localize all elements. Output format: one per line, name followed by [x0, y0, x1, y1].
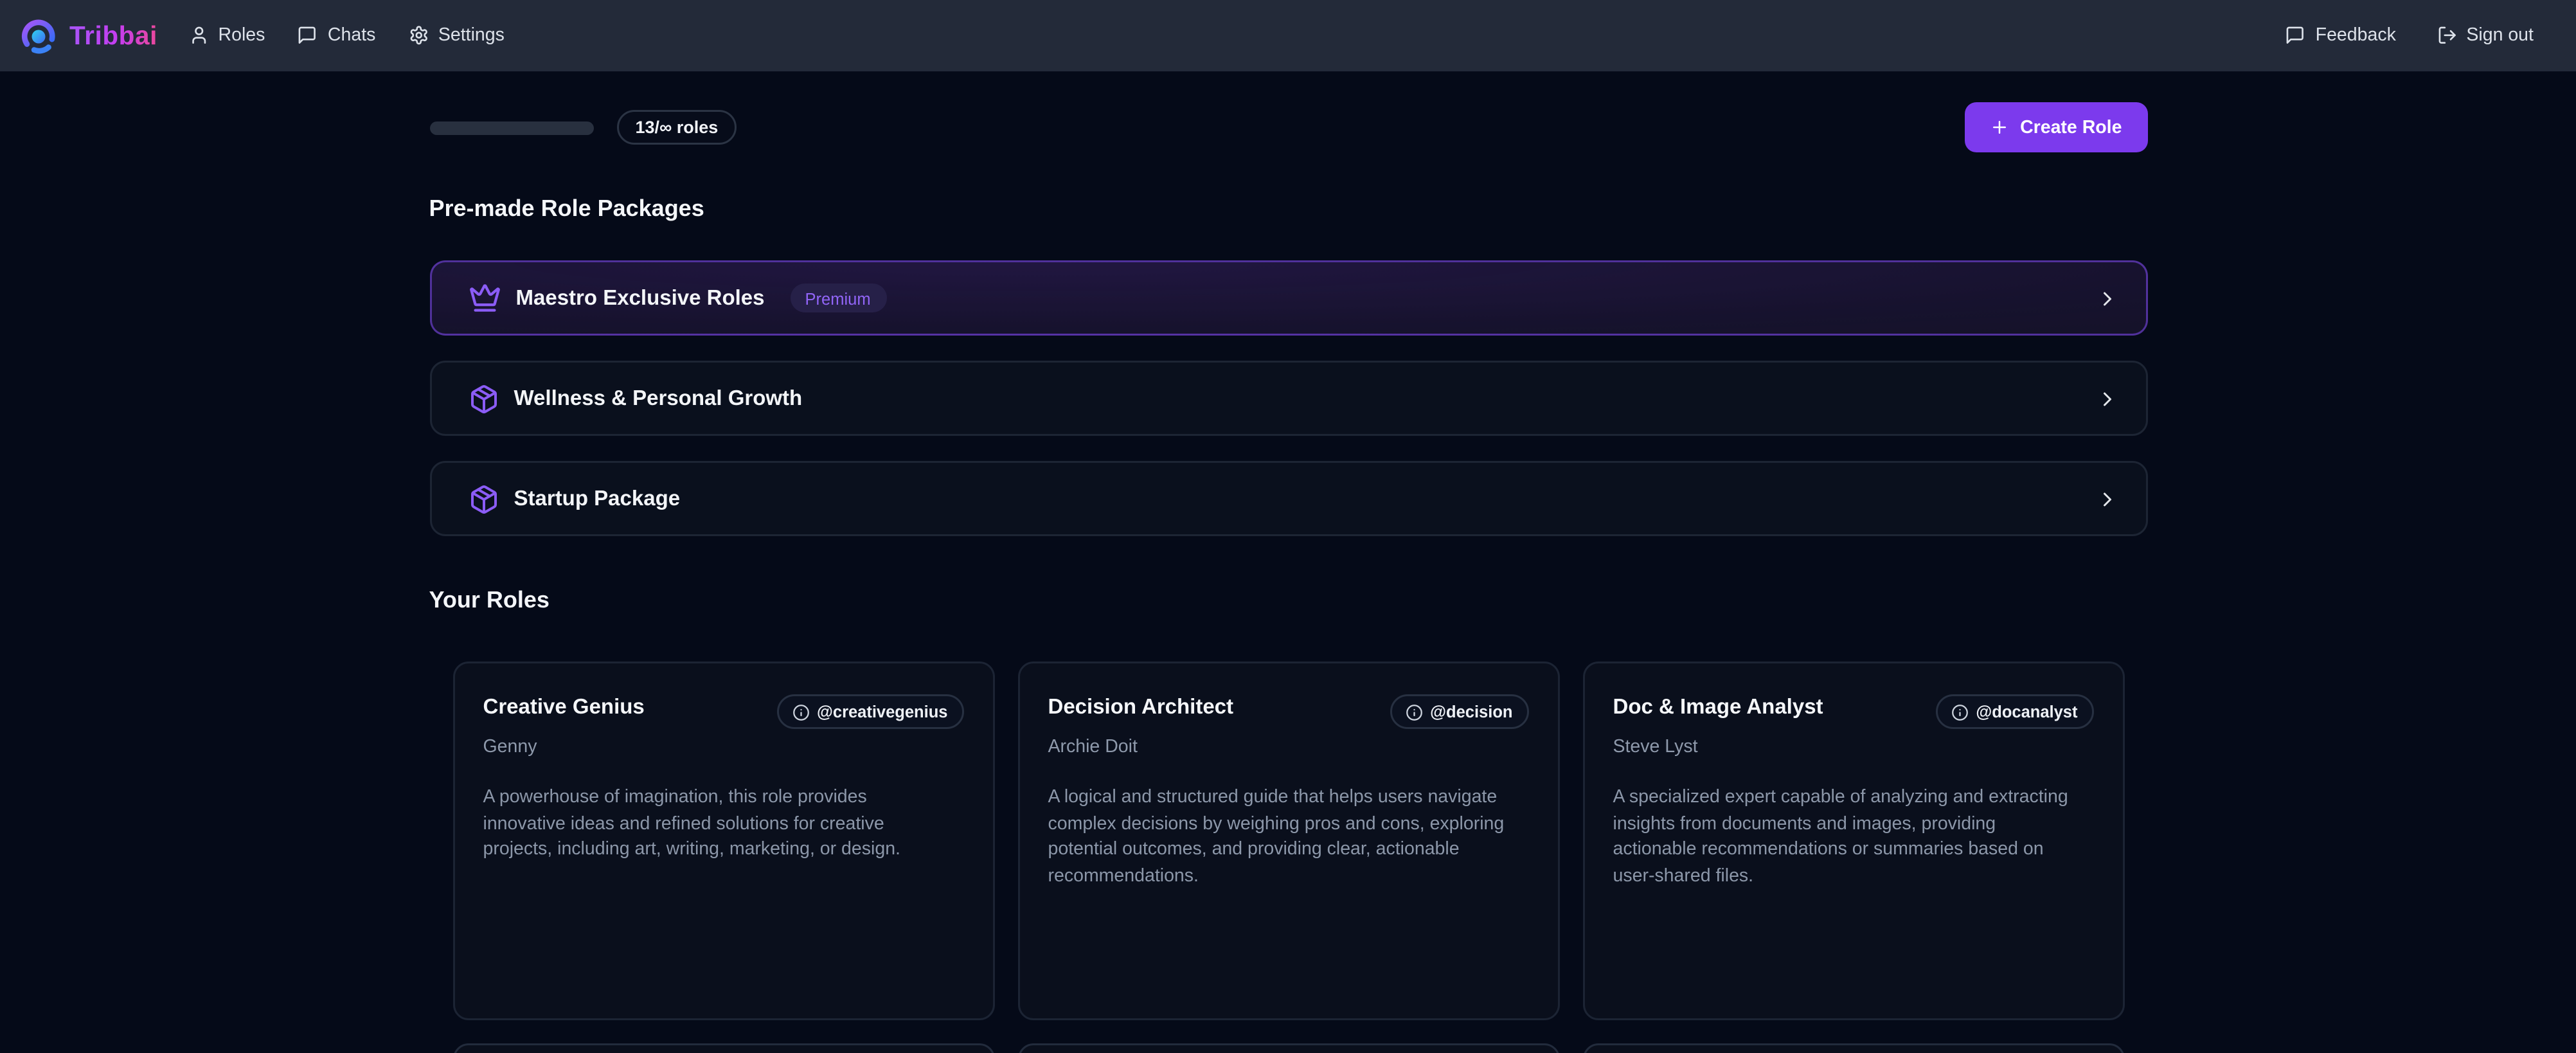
role-handle-badge[interactable]: @decision — [1390, 694, 1528, 729]
nav-item-label: Chats — [328, 25, 375, 46]
chevron-right-icon — [2095, 387, 2118, 410]
sign-out-button[interactable]: Sign out — [2437, 25, 2534, 46]
package-list: Maestro Exclusive Roles Premium Wellness… — [429, 260, 2147, 536]
package-row-content: Maestro Exclusive Roles Premium — [468, 282, 2095, 314]
chat-bubble-icon — [2285, 26, 2306, 46]
role-cards-grid: Creative Genius @creativegenius Genny A … — [452, 662, 2124, 1053]
card-header: Creative Genius @creativegenius — [483, 694, 963, 729]
package-row-maestro-exclusive-roles[interactable]: Maestro Exclusive Roles Premium — [429, 260, 2147, 336]
create-role-label: Create Role — [2020, 117, 2122, 138]
package-label: Wellness & Personal Growth — [514, 387, 803, 410]
sign-out-label: Sign out — [2466, 25, 2534, 46]
card-header: Decision Architect @decision — [1048, 694, 1528, 729]
roles-count-badge: 13/∞ roles — [616, 110, 738, 145]
nav-item-settings[interactable]: Settings — [408, 25, 504, 46]
package-row-wellness-personal-growth[interactable]: Wellness & Personal Growth — [429, 361, 2147, 436]
nav-right-links: Feedback Sign out — [2285, 25, 2534, 46]
premium-badge: Premium — [790, 284, 886, 312]
plus-icon — [1989, 118, 2008, 137]
chat-bubble-icon — [298, 26, 318, 46]
package-row-content: Wellness & Personal Growth — [468, 383, 2095, 414]
app-viewport: Tribbai Roles Chats Settings Feedback — [0, 0, 2576, 1053]
tribbai-logo-icon — [19, 17, 58, 55]
brand-logo[interactable]: Tribbai — [19, 17, 157, 55]
role-subtitle: Steve Lyst — [1613, 737, 2093, 758]
package-icon — [468, 483, 499, 514]
feedback-label: Feedback — [2316, 25, 2396, 46]
role-description: A powerhouse of imagination, this role p… — [483, 785, 963, 863]
role-title: Doc & Image Analyst — [1613, 694, 1823, 723]
info-icon — [1405, 703, 1422, 721]
roles-progress-bar — [429, 121, 593, 134]
role-title: Creative Genius — [483, 694, 645, 723]
package-icon — [468, 383, 499, 414]
package-label: Maestro Exclusive Roles — [516, 287, 765, 310]
feedback-button[interactable]: Feedback — [2285, 25, 2396, 46]
role-card-partial[interactable] — [452, 1043, 994, 1053]
nav-item-roles[interactable]: Roles — [188, 25, 265, 46]
roles-toolbar: 13/∞ roles Create Role — [429, 102, 2147, 152]
info-icon — [1951, 703, 1968, 721]
role-card-creative-genius[interactable]: Creative Genius @creativegenius Genny A … — [452, 662, 994, 1020]
log-out-icon — [2437, 26, 2457, 46]
role-card-partial[interactable] — [1582, 1043, 2124, 1053]
info-icon — [792, 703, 809, 721]
role-card-decision-architect[interactable]: Decision Architect @decision Archie Doit… — [1017, 662, 1559, 1020]
package-row-startup-package[interactable]: Startup Package — [429, 461, 2147, 536]
your-roles-heading: Your Roles — [429, 584, 2147, 615]
role-handle: @docanalyst — [1976, 702, 2077, 721]
package-label: Startup Package — [514, 487, 681, 510]
brand-name: Tribbai — [69, 21, 157, 50]
chevron-right-icon — [2095, 487, 2118, 510]
main-nav-links: Roles Chats Settings — [188, 25, 505, 46]
role-subtitle: Genny — [483, 737, 963, 758]
role-handle-badge[interactable]: @docanalyst — [1935, 694, 2093, 729]
role-description: A specialized expert capable of analyzin… — [1613, 785, 2093, 890]
top-nav: Tribbai Roles Chats Settings Feedback — [0, 0, 2576, 71]
gear-icon — [408, 26, 429, 46]
role-title: Decision Architect — [1048, 694, 1234, 723]
role-handle-badge[interactable]: @creativegenius — [776, 694, 963, 729]
nav-item-label: Settings — [438, 25, 505, 46]
package-row-content: Startup Package — [468, 483, 2095, 514]
role-card-doc-image-analyst[interactable]: Doc & Image Analyst @docanalyst Steve Ly… — [1582, 662, 2124, 1020]
user-icon — [188, 26, 209, 46]
chevron-right-icon — [2095, 287, 2118, 310]
role-card-partial[interactable] — [1017, 1043, 1559, 1053]
crown-icon — [468, 282, 501, 314]
nav-item-chats[interactable]: Chats — [298, 25, 375, 46]
role-handle: @creativegenius — [817, 702, 947, 721]
roles-quota: 13/∞ roles — [429, 110, 738, 145]
create-role-button[interactable]: Create Role — [1964, 102, 2147, 152]
nav-item-label: Roles — [219, 25, 265, 46]
role-subtitle: Archie Doit — [1048, 737, 1528, 758]
role-handle: @decision — [1430, 702, 1512, 721]
screen: Tribbai Roles Chats Settings Feedback — [0, 0, 2576, 1053]
premade-packages-heading: Pre-made Role Packages — [429, 193, 2147, 224]
card-header: Doc & Image Analyst @docanalyst — [1613, 694, 2093, 729]
main-content: 13/∞ roles Create Role Pre-made Role Pac… — [429, 102, 2147, 1053]
role-description: A logical and structured guide that help… — [1048, 785, 1528, 890]
